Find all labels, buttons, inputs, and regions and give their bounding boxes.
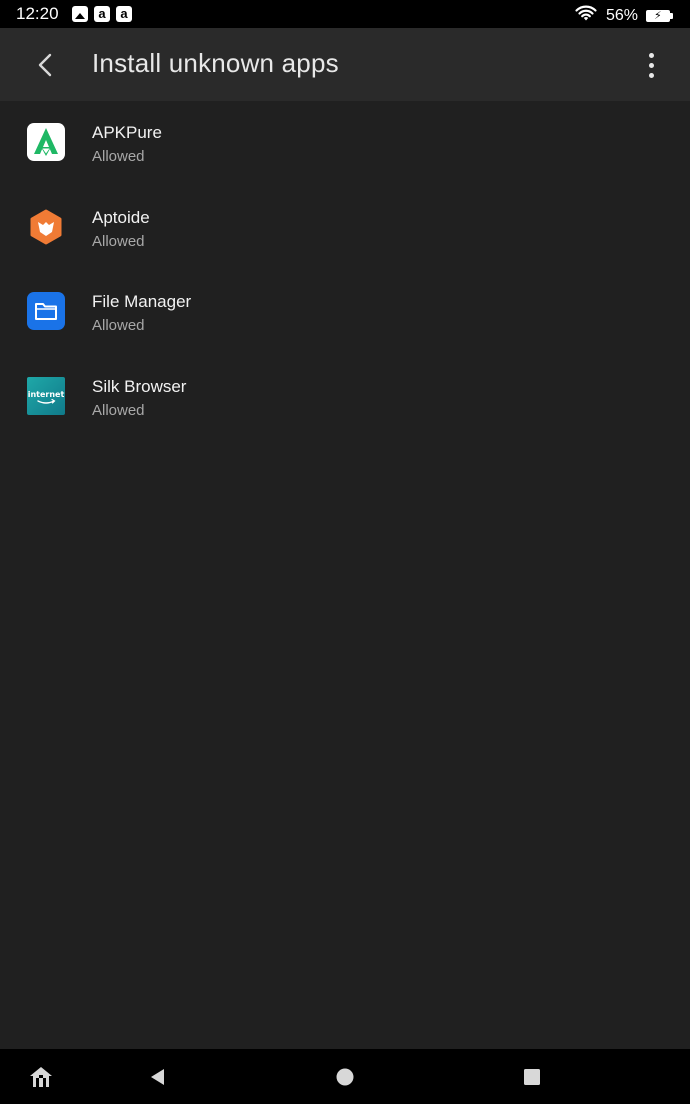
app-name: Aptoide [92, 207, 150, 227]
app-status: Allowed [92, 232, 145, 250]
more-vert-icon [648, 52, 654, 58]
list-item-apkpure[interactable]: APKPure Allowed [0, 101, 690, 186]
back-button[interactable] [26, 46, 64, 84]
chevron-left-icon [38, 53, 52, 77]
home-shortcut-icon [30, 1067, 52, 1087]
more-options-button[interactable] [636, 48, 666, 82]
file-manager-icon [27, 292, 65, 330]
recents-icon [524, 1069, 540, 1085]
app-status: Allowed [92, 317, 145, 334]
image-icon [72, 6, 88, 22]
app-list: APKPure Allowed Aptoide Allowed File Man… [0, 101, 690, 439]
list-item-file-manager[interactable]: File Manager Allowed [0, 270, 690, 355]
nav-recents-button[interactable] [516, 1061, 548, 1093]
more-vert-icon-dot [648, 72, 654, 78]
status-right: 56% ⚡ [574, 4, 673, 27]
screen: 12:20 a a 56% ⚡ Install unknown apps APK… [0, 0, 690, 1104]
app-status: Allowed [92, 401, 145, 419]
nav-back-button[interactable] [142, 1061, 174, 1093]
list-item-aptoide[interactable]: Aptoide Allowed [0, 186, 690, 271]
more-vert-icon-dot [648, 62, 654, 68]
battery-percent: 56% [605, 6, 638, 24]
silk-browser-icon: internet [27, 376, 65, 415]
nav-home-button[interactable] [329, 1061, 361, 1093]
back-icon [151, 1069, 164, 1085]
svg-text:internet: internet [28, 390, 65, 399]
app-name: File Manager [92, 292, 192, 311]
aptoide-icon [27, 208, 65, 246]
list-item-silk-browser[interactable]: internet Silk Browser Allowed [0, 355, 690, 440]
app-name: Silk Browser [92, 376, 187, 396]
notification-icons: a a [72, 6, 132, 22]
home-icon [336, 1068, 354, 1086]
app-status: Allowed [92, 148, 145, 165]
apkpure-icon [27, 123, 65, 161]
navigation-bar [0, 1049, 690, 1104]
battery-charging-icon: ⚡ [646, 9, 673, 22]
app-bar: Install unknown apps [0, 28, 690, 101]
amazon-icon: a [94, 6, 110, 22]
status-bar: 12:20 a a 56% ⚡ [0, 0, 690, 28]
home-shortcut-button[interactable] [25, 1061, 57, 1093]
amazon-icon: a [116, 6, 132, 22]
app-name: APKPure [92, 123, 162, 142]
status-time: 12:20 [16, 4, 59, 23]
page-title: Install unknown apps [92, 48, 339, 78]
wifi-icon [574, 4, 598, 27]
